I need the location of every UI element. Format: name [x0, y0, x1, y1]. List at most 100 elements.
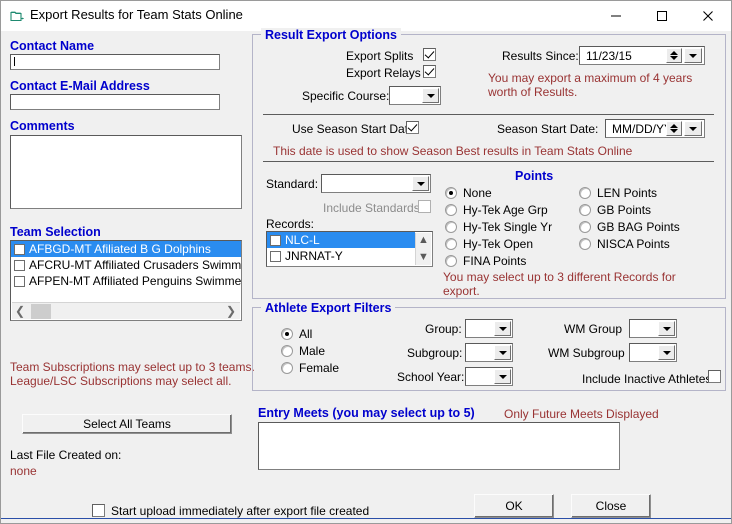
list-item[interactable]: JNRNAT-Y — [267, 248, 415, 264]
chevron-down-icon[interactable] — [494, 369, 511, 384]
scroll-left-icon[interactable]: ❮ — [15, 304, 25, 319]
gender-radio[interactable] — [281, 328, 293, 340]
export-splits-checkbox[interactable] — [423, 48, 436, 61]
season-start-dropdown-icon[interactable] — [684, 121, 702, 136]
list-item[interactable]: AFCRU-MT Affiliated Crusaders Swimmers — [11, 257, 241, 273]
start-upload-label: Start upload immediately after export fi… — [111, 504, 370, 518]
entry-meets-listbox[interactable] — [258, 422, 620, 470]
title-bar: Export Results for Team Stats Online — [1, 1, 731, 31]
gender-radio[interactable] — [281, 345, 293, 357]
export-splits-label: Export Splits — [346, 49, 414, 63]
season-divider — [263, 161, 714, 162]
points-title: Points — [515, 169, 554, 183]
specific-course-label: Specific Course: — [302, 89, 390, 103]
include-standards-checkbox[interactable] — [418, 200, 431, 213]
specific-course-combobox[interactable] — [389, 86, 441, 105]
comments-label: Comments — [10, 119, 75, 133]
scroll-up-icon[interactable]: ▲ — [418, 233, 429, 248]
group-label: Group: — [425, 322, 462, 336]
points-radio[interactable] — [445, 204, 457, 216]
export-results-window: Export Results for Team Stats Online Con… — [0, 0, 732, 524]
list-item-checkbox[interactable] — [14, 243, 25, 255]
records-listbox[interactable]: NLC-L JNRNAT-Y ▲ ▼ — [266, 231, 433, 267]
contact-email-input[interactable] — [10, 94, 220, 110]
minimize-button[interactable] — [593, 1, 639, 31]
close-window-button[interactable] — [685, 1, 731, 31]
ok-button[interactable]: OK — [474, 494, 554, 518]
results-since-spinner[interactable] — [666, 48, 682, 63]
points-radio-label: Hy-Tek Age Grp — [463, 203, 548, 217]
maximize-button[interactable] — [639, 1, 685, 31]
points-radio[interactable] — [579, 221, 591, 233]
results-since-dropdown-icon[interactable] — [684, 48, 702, 63]
contact-name-input[interactable] — [10, 54, 220, 70]
gender-radio[interactable] — [281, 362, 293, 374]
points-radio[interactable] — [445, 221, 457, 233]
scroll-right-icon[interactable]: ❯ — [226, 304, 236, 319]
standard-combobox[interactable] — [321, 174, 431, 193]
subgroup-combobox[interactable] — [465, 343, 513, 362]
list-item-label: NLC-L — [285, 233, 320, 247]
include-inactive-label: Include Inactive Athletes — [582, 372, 712, 386]
result-export-options-title: Result Export Options — [261, 28, 401, 42]
season-note: This date is used to show Season Best re… — [273, 144, 633, 158]
use-season-start-label: Use Season Start Date — [292, 122, 415, 136]
list-item-label: AFPEN-MT Affiliated Penguins Swimmers — [29, 274, 242, 288]
points-radio[interactable] — [445, 238, 457, 250]
points-radio[interactable] — [445, 255, 457, 267]
school-year-combobox[interactable] — [465, 367, 513, 386]
comments-input[interactable] — [10, 135, 242, 209]
season-start-spinner[interactable] — [666, 121, 682, 136]
wm-group-label: WM Group — [564, 322, 623, 336]
list-item-checkbox[interactable] — [14, 259, 25, 271]
list-item-label: AFBGD-MT Afiliated B G Dolphins — [29, 242, 211, 256]
points-radio[interactable] — [445, 187, 457, 199]
list-item-checkbox[interactable] — [270, 250, 281, 262]
subgroup-label: Subgroup: — [407, 346, 463, 360]
include-standards-label: Include Standards — [323, 201, 420, 215]
list-item-checkbox[interactable] — [14, 275, 25, 287]
record-rows-container: NLC-L JNRNAT-Y — [267, 232, 415, 264]
include-inactive-checkbox[interactable] — [708, 370, 721, 383]
wm-group-combobox[interactable] — [629, 319, 677, 338]
team-note-line1: Team Subscriptions may select up to 3 te… — [10, 360, 255, 374]
points-radio[interactable] — [579, 238, 591, 250]
list-item-checkbox[interactable] — [270, 234, 281, 246]
chevron-down-icon[interactable] — [412, 176, 429, 191]
wm-subgroup-label: WM Subgroup — [548, 346, 625, 360]
group-combobox[interactable] — [465, 319, 513, 338]
gender-radio-label: All — [299, 327, 313, 341]
results-since-value: 11/23/15 — [586, 49, 632, 63]
list-item[interactable]: NLC-L — [267, 232, 415, 248]
close-button[interactable]: Close — [571, 494, 651, 518]
contact-email-label: Contact E-Mail Address — [10, 79, 150, 93]
points-radio[interactable] — [579, 187, 591, 199]
standard-label: Standard: — [266, 177, 319, 191]
season-start-datefield[interactable]: MM/DD/YY — [605, 119, 705, 138]
chevron-down-icon[interactable] — [422, 88, 439, 103]
select-all-teams-button[interactable]: Select All Teams — [22, 414, 232, 434]
list-item[interactable]: AFPEN-MT Affiliated Penguins Swimmers — [11, 273, 241, 289]
export-relays-checkbox[interactable] — [423, 65, 436, 78]
list-item[interactable]: AFBGD-MT Afiliated B G Dolphins — [11, 241, 241, 257]
results-since-datefield[interactable]: 11/23/15 — [579, 46, 705, 65]
hscroll-thumb[interactable] — [31, 304, 51, 319]
records-vscrollbar[interactable]: ▲ ▼ — [415, 233, 431, 265]
use-season-start-checkbox[interactable] — [406, 121, 419, 134]
entry-meets-note: Only Future Meets Displayed — [504, 407, 659, 421]
points-radio-label: Hy-Tek Open — [463, 237, 534, 251]
records-label: Records: — [266, 217, 315, 231]
scroll-down-icon[interactable]: ▼ — [418, 250, 429, 265]
chevron-down-icon[interactable] — [658, 345, 675, 360]
chevron-down-icon[interactable] — [494, 321, 511, 336]
chevron-down-icon[interactable] — [494, 345, 511, 360]
chevron-down-icon[interactable] — [658, 321, 675, 336]
points-radio[interactable] — [579, 204, 591, 216]
team-listbox-hscrollbar[interactable]: ❮ ❯ — [12, 302, 240, 319]
wm-subgroup-combobox[interactable] — [629, 343, 677, 362]
export-folder-icon — [10, 9, 25, 23]
start-upload-checkbox[interactable] — [92, 504, 105, 517]
list-item-label: AFCRU-MT Affiliated Crusaders Swimmers — [29, 258, 242, 272]
team-selection-listbox[interactable]: AFBGD-MT Afiliated B G Dolphins AFCRU-MT … — [10, 240, 242, 321]
points-radio-label: Hy-Tek Single Yr — [463, 220, 553, 234]
